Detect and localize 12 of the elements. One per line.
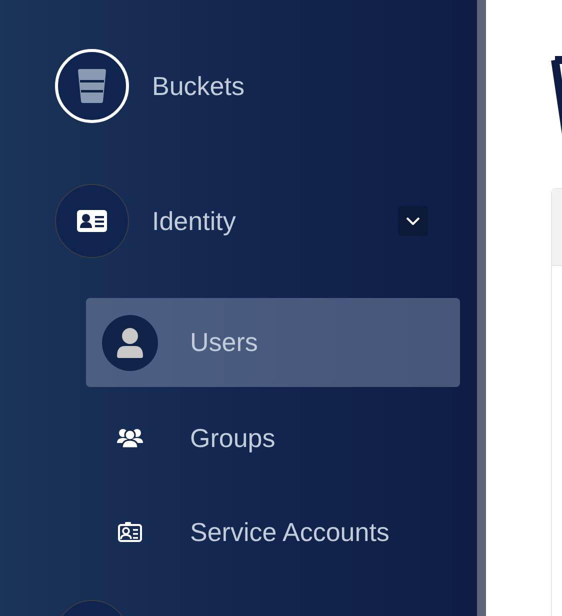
submenu-item[interactable]: Groups <box>86 391 460 485</box>
group-icon <box>117 428 143 448</box>
user-icon <box>117 328 143 358</box>
menu-item[interactable]: Identity <box>152 206 398 236</box>
chevron-button[interactable] <box>398 206 428 236</box>
submenu-item[interactable]: Service Accounts <box>86 485 460 579</box>
id-badge-icon <box>118 522 142 542</box>
id-card-icon <box>77 210 107 232</box>
submenu-item[interactable]: Users <box>86 298 460 387</box>
menu-item[interactable]: Buckets <box>152 70 477 102</box>
scrollbar[interactable] <box>477 0 486 616</box>
chevron-icon <box>406 217 420 225</box>
